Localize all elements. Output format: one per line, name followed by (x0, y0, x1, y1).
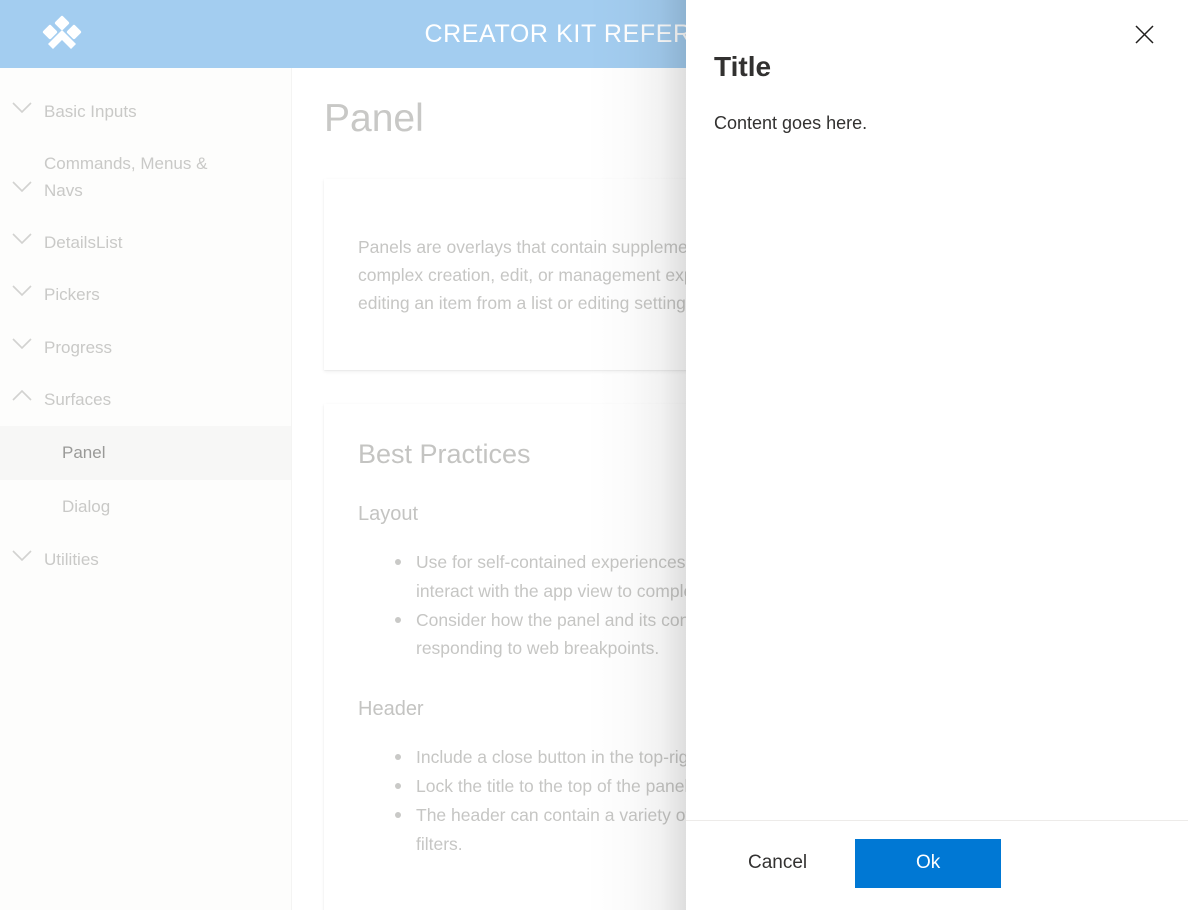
sidebar-item-label: Pickers (44, 285, 100, 305)
chevron-down-icon (0, 99, 44, 114)
sidebar-item-utilities[interactable]: Utilities (0, 534, 291, 586)
sidebar-item-dialog[interactable]: Dialog (0, 480, 291, 534)
sidebar-nav: Basic Inputs Commands, Menus & Navs Deta… (0, 68, 292, 910)
sidebar-item-label: Basic Inputs (44, 102, 137, 121)
app-root: CREATOR KIT REFERENCE Basic Inputs Comma… (0, 0, 1188, 910)
sidebar-item-label: Dialog (62, 497, 111, 517)
panel-close-row (686, 0, 1188, 44)
sidebar-item-label: Progress (44, 337, 113, 357)
panel-content-text: Content goes here. (714, 112, 868, 133)
sidebar-item-label: Commands, Menus & Navs (44, 154, 208, 200)
sidebar-item-label: DetailsList (44, 233, 123, 253)
chevron-down-icon (0, 335, 44, 350)
panel-header: Title (686, 50, 1188, 84)
panel-body: Content goes here. (686, 84, 1188, 821)
chevron-down-icon (0, 230, 44, 245)
sidebar-item-basic-inputs[interactable]: Basic Inputs (0, 86, 291, 138)
sidebar-item-label: Panel (62, 443, 106, 463)
panel-surface: Title Content goes here. Cancel Ok (686, 0, 1188, 910)
chevron-up-icon (0, 387, 44, 402)
panel-footer: Cancel Ok (686, 820, 1188, 910)
close-icon[interactable] (1122, 12, 1166, 56)
sidebar-item-pickers[interactable]: Pickers (0, 269, 291, 321)
sidebar-item-surfaces[interactable]: Surfaces (0, 374, 291, 426)
chevron-down-icon (0, 282, 44, 297)
sidebar-item-commands-menus-navs[interactable]: Commands, Menus & Navs (0, 138, 291, 217)
sidebar-item-panel[interactable]: Panel (0, 426, 291, 481)
panel-title: Title (714, 51, 772, 82)
chevron-down-icon (0, 547, 44, 562)
ok-button[interactable]: Ok (855, 839, 1002, 888)
sidebar-item-label: Surfaces (44, 390, 112, 410)
sidebar-item-progress[interactable]: Progress (0, 322, 291, 374)
sidebar-item-detailslist[interactable]: DetailsList (0, 217, 291, 269)
sidebar-item-label: Utilities (44, 550, 99, 570)
cancel-button[interactable]: Cancel (714, 842, 841, 885)
chevron-down-icon (0, 151, 44, 193)
